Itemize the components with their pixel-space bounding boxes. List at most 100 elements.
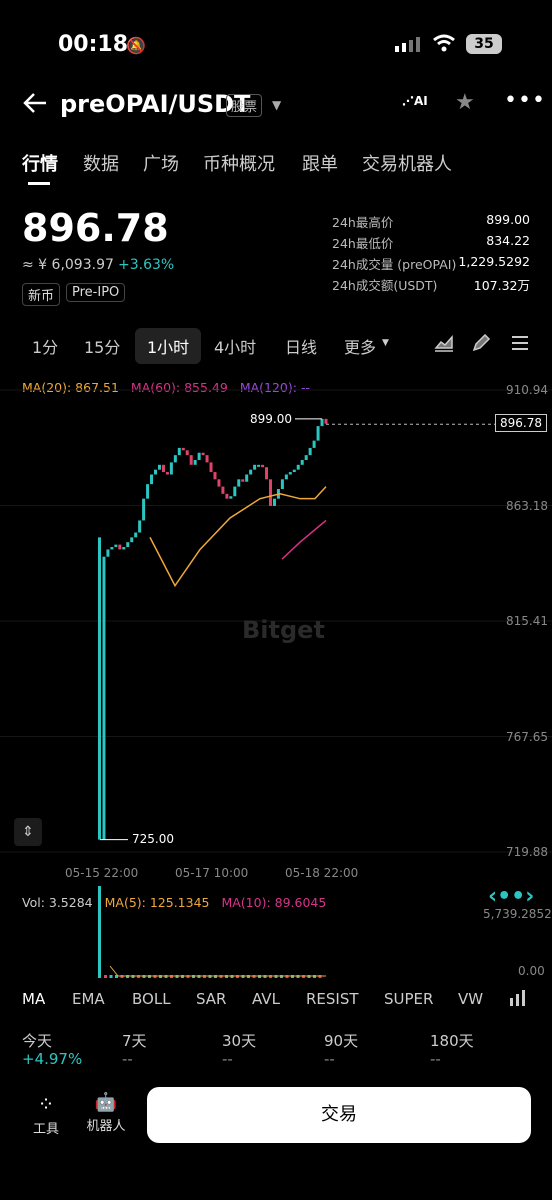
candle [237,479,241,487]
candle [102,556,106,840]
tools-button[interactable]: ⁘ 工具 [26,1092,66,1142]
ind-boll[interactable]: BOLL [132,990,171,1008]
tab-overview[interactable]: 币种概况 [203,150,275,176]
candle [280,479,284,489]
candle [304,455,308,460]
stat-label: 24h最低价 [332,236,394,251]
more-icon[interactable]: ••• [504,88,546,113]
tab-market[interactable]: 行情 [22,150,58,176]
robot-label: 机器人 [86,1119,126,1134]
candle [114,544,118,548]
pair-title[interactable]: preOPAI/USDT [60,90,250,118]
badge-preipo: Pre-IPO [66,283,126,302]
stat-label: 24h最高价 [332,215,394,230]
battery-icon: 35 [466,34,502,54]
candle [213,472,217,480]
volume-bar [98,886,101,978]
tab-copy[interactable]: 跟单 [302,150,338,176]
chart-type-icon[interactable] [434,334,454,356]
candle [150,474,154,485]
candle [126,542,130,548]
perf-label: 7天 [122,1032,147,1050]
indicator-bar: MA EMA BOLL SAR AVL RESIST SUPER VW [0,984,552,1014]
candle [233,486,237,497]
stat-value: 1,229.5292 [458,254,530,269]
ma60-line [281,519,327,560]
candle [229,496,233,499]
tf-4h[interactable]: 4小时 [214,334,256,358]
status-time: 00:18 [58,32,129,57]
ind-sar[interactable]: SAR [196,990,226,1008]
candle [142,498,146,521]
tab-bot[interactable]: 交易机器人 [362,150,452,176]
candle [265,467,269,480]
candle [324,418,328,424]
dropdown-icon[interactable]: ▼ [272,98,281,112]
tools-icon: ⁘ [37,1092,55,1116]
candle [308,447,312,456]
candle [249,469,253,475]
tab-data[interactable]: 数据 [83,150,119,176]
candle [284,474,288,480]
perf-label: 今天 [22,1032,53,1050]
perf-label: 180天 [430,1032,474,1050]
candle [193,459,197,465]
candle [134,532,138,538]
x-tick: 05-15 22:00 [65,866,139,880]
stat-value: 834.22 [486,233,530,248]
tf-1h[interactable]: 1小时 [135,328,202,364]
vol-ma5-line [109,965,326,977]
star-icon[interactable]: ★ [455,90,475,115]
resize-icon[interactable]: ⇕ [14,818,42,846]
settings-icon[interactable] [510,334,530,356]
y-tick: 719.88 [506,845,548,859]
perf-value: -- [122,1050,133,1068]
tf-15m[interactable]: 15分 [84,334,120,358]
candle [122,547,126,550]
tf-day[interactable]: 日线 [285,334,317,358]
indicator-settings-icon[interactable] [508,988,528,1012]
low-label: 725.00 [132,832,174,846]
perf-label: 90天 [324,1032,359,1050]
candle [177,447,181,456]
stat-value: 107.32万 [473,278,530,293]
ind-ma[interactable]: MA [22,990,45,1008]
volume-bar [104,975,107,978]
perf-value: -- [324,1050,335,1068]
candle [241,479,245,482]
perf-value: +4.97% [22,1050,83,1068]
candle [296,464,300,470]
x-tick: 05-18 22:00 [285,866,359,880]
x-tick: 05-17 10:00 [175,866,249,880]
tab-square[interactable]: 广场 [143,150,179,176]
tf-more[interactable]: 更多 [344,334,376,358]
trade-button[interactable]: 交易 [147,1087,531,1143]
perf-value: -- [222,1050,233,1068]
ai-icon[interactable]: ⋰AI [402,94,428,108]
candle [173,455,177,463]
draw-icon[interactable] [472,333,492,356]
last-price-label: 896.78 [495,414,547,432]
ma20-line [149,486,327,588]
candle [110,547,114,550]
timeframe-bar: 1分 15分 1小时 4小时 日线 更多 ▼ [0,326,552,364]
robot-button[interactable]: 🤖 机器人 [84,1092,128,1142]
candle [161,464,165,473]
candle [146,484,150,499]
ind-super[interactable]: SUPER [384,990,433,1008]
stats-panel: 24h最高价 899.00 24h最低价 834.22 24h成交量 (preO… [332,212,530,302]
candle [253,464,257,470]
candle [268,479,272,506]
candle [130,537,134,543]
candle [118,544,122,550]
ind-ema[interactable]: EMA [72,990,105,1008]
candle [201,452,205,456]
back-icon[interactable] [22,90,48,120]
candle [209,462,213,473]
ind-resist[interactable]: RESIST [306,990,359,1008]
ind-avl[interactable]: AVL [252,990,280,1008]
tf-1m[interactable]: 1分 [32,334,58,358]
ind-vw[interactable]: VW [458,990,483,1008]
stat-value: 899.00 [486,212,530,227]
candle [261,464,265,468]
